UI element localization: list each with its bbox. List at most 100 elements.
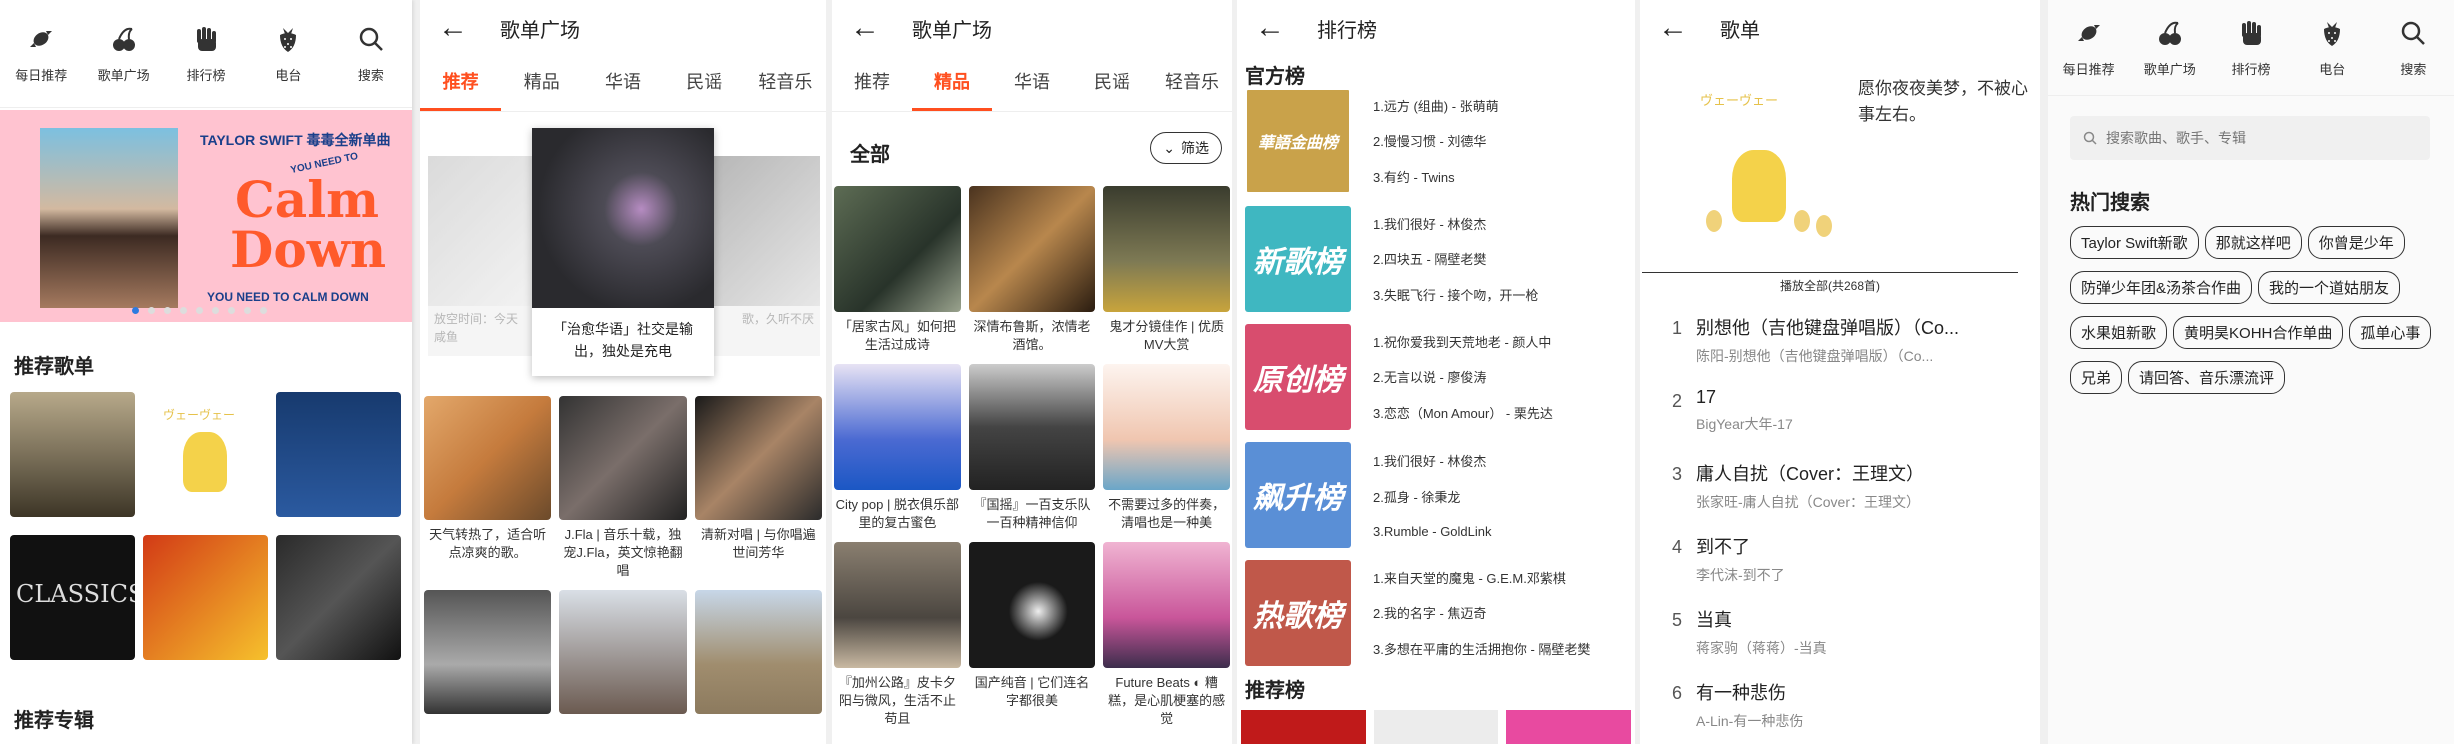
- hot-search-chip[interactable]: 那就这样吧: [2204, 226, 2302, 259]
- song-title: 有一种悲伤: [1696, 683, 1786, 703]
- hot-search-chips: Taylor Swift新歌 那就这样吧 你曾是少年防弹少年团&汤茶合作曲 我的一个道…: [2070, 226, 2440, 406]
- board-row[interactable]: 原创榜 1.祝你爱我到天荒地老 - 颜人中 2.无言以说 - 廖俊涛 3.恋恋（…: [1245, 324, 1631, 442]
- nav-daily[interactable]: 每日推荐: [2048, 0, 2129, 95]
- duck-illustration: [1732, 150, 1786, 222]
- tab-chinese[interactable]: 华语: [992, 56, 1072, 111]
- song-row[interactable]: 1 别想他（吉他键盘弹唱版）（Co... 陈阳-别想他（吉他键盘弹唱版）（Co...: [1658, 306, 2028, 379]
- playlist-item[interactable]: 清新对唱 | 与你唱遍世间芳华: [694, 396, 822, 580]
- back-arrow-icon[interactable]: ←: [1255, 11, 1295, 45]
- carousel-card-left[interactable]: 放空时间：今天 咸鱼: [428, 156, 538, 356]
- nav-square[interactable]: 歌单广场: [2129, 0, 2210, 95]
- hot-search-chip[interactable]: 水果姐新歌: [2070, 316, 2168, 349]
- nav-square[interactable]: 歌单广场: [82, 0, 164, 107]
- playlist-cover: [1103, 364, 1230, 490]
- board-row[interactable]: 热歌榜 1.来自天堂的魔鬼 - G.E.M.邓紫棋 2.我的名字 - 焦迈奇 3…: [1245, 560, 1631, 678]
- tab-chinese[interactable]: 华语: [582, 56, 663, 111]
- song-row[interactable]: 4 到不了 李代沫-到不了: [1658, 525, 2028, 598]
- tab-quality[interactable]: 精品: [912, 56, 992, 111]
- filter-button[interactable]: ⌄ 筛选: [1150, 132, 1222, 164]
- hot-search-chip[interactable]: 你曾是少年: [2307, 226, 2405, 259]
- nav-rank[interactable]: 排行榜: [165, 0, 247, 107]
- playlist-tile[interactable]: [10, 392, 135, 517]
- nav-radio[interactable]: 电台: [2292, 0, 2373, 95]
- tab-folk[interactable]: 民谣: [1072, 56, 1152, 111]
- playlist-item[interactable]: City pop | 脱衣俱乐部里的复古蜜色: [834, 364, 961, 532]
- board-cover[interactable]: [1241, 710, 1366, 744]
- song-row[interactable]: 3 庸人自扰（Cover：王理文） 张家旺-庸人自扰（Cover：王理文）: [1658, 452, 2028, 525]
- playlist-item[interactable]: 鬼才分镜佳作 | 优质MV大赏: [1103, 186, 1230, 354]
- board-row[interactable]: 華語金曲榜 1.远方 (组曲) - 张萌萌 2.慢慢习惯 - 刘德华 3.有约 …: [1245, 88, 1631, 206]
- dot[interactable]: [180, 307, 187, 314]
- playlist-item[interactable]: [694, 590, 822, 714]
- hot-search-chip[interactable]: 防弹少年团&汤茶合作曲: [2070, 271, 2253, 304]
- tab-light[interactable]: 轻音乐: [1152, 56, 1232, 111]
- playlist-item[interactable]: 国产纯音 | 它们连名字都很美: [968, 542, 1096, 728]
- play-all-bar[interactable]: 播放全部(共268首): [1642, 272, 2018, 294]
- back-arrow-icon[interactable]: ←: [1658, 11, 1698, 45]
- search-input[interactable]: [2106, 130, 2406, 146]
- playlist-tile[interactable]: CLASSICS: [10, 535, 135, 660]
- playlist-tile[interactable]: ヴェーヴェー: [143, 392, 268, 517]
- nav-label: 电台: [275, 68, 302, 83]
- hot-search-chip[interactable]: 请回答、音乐漂流评: [2128, 361, 2286, 394]
- playlist-item[interactable]: J.Fla | 音乐十载，独宠J.Fla，英文惊艳翻唱: [559, 396, 687, 580]
- playlist-item[interactable]: Future Beats ◐ 糟糕，是心肌梗塞的感觉: [1103, 542, 1230, 728]
- dot[interactable]: [228, 307, 235, 314]
- hot-search-chip[interactable]: Taylor Swift新歌: [2070, 226, 2199, 259]
- tab-quality[interactable]: 精品: [501, 56, 582, 111]
- banner-big-2: Down: [230, 220, 387, 279]
- tab-light[interactable]: 轻音乐: [745, 56, 826, 111]
- back-arrow-icon[interactable]: ←: [850, 11, 890, 45]
- board-row[interactable]: 飙升榜 1.我们很好 - 林俊杰 2.孤身 - 徐秉龙 3.Rumble - G…: [1245, 442, 1631, 560]
- board-row[interactable]: 新歌榜 1.我们很好 - 林俊杰 2.四块五 - 隔壁老樊 3.失眠飞行 - 接…: [1245, 206, 1631, 324]
- tile-text: ヴェーヴェー: [163, 408, 236, 422]
- song-row[interactable]: 2 17 BigYear大年-17: [1658, 379, 2028, 452]
- dot[interactable]: [244, 307, 251, 314]
- banner-carousel[interactable]: TAYLOR SWIFT 毒毒全新单曲 YOU NEED TO Calm Dow…: [0, 110, 412, 322]
- dot[interactable]: [148, 307, 155, 314]
- nav-rank[interactable]: 排行榜: [2210, 0, 2291, 95]
- hot-search-chip[interactable]: 孤单心事: [2349, 316, 2432, 349]
- tab-recommend[interactable]: 推荐: [420, 56, 502, 111]
- nav-search[interactable]: 搜索: [2373, 0, 2454, 95]
- nav-search[interactable]: 搜索: [330, 0, 412, 107]
- featured-carousel[interactable]: 放空时间：今天 咸鱼 歌，久听不厌 「治愈华语」社交是输出，独处是充电: [420, 120, 826, 380]
- board-cover[interactable]: [1373, 710, 1499, 744]
- nav-label: 歌单广场: [97, 68, 150, 83]
- search-box[interactable]: [2070, 116, 2430, 160]
- nav-radio[interactable]: 电台: [247, 0, 329, 107]
- dot[interactable]: [196, 307, 203, 314]
- dot-active[interactable]: [132, 307, 139, 314]
- playlist-tile[interactable]: [143, 535, 268, 660]
- category-tabs: 推荐 精品 华语 民谣 轻音乐: [832, 56, 1232, 112]
- chevron-down-icon: ⌄: [1163, 139, 1175, 156]
- dot[interactable]: [260, 307, 267, 314]
- playlist-item[interactable]: 「居家古风」如何把生活过成诗: [834, 186, 961, 354]
- playlist-item[interactable]: 天气转热了，适合听点凉爽的歌。: [424, 396, 552, 580]
- dot[interactable]: [164, 307, 171, 314]
- hot-search-chip[interactable]: 兄弟: [2070, 361, 2123, 394]
- hot-search-chip[interactable]: 我的一个道姑朋友: [2258, 271, 2401, 304]
- carousel-card-center[interactable]: 「治愈华语」社交是输出，独处是充电: [532, 128, 714, 376]
- playlist-item[interactable]: [559, 590, 687, 714]
- carousel-card-right[interactable]: 歌，久听不厌: [710, 156, 820, 356]
- playlist-item[interactable]: 不需要过多的伴奏，清唱也是一种美: [1103, 364, 1230, 532]
- nav-daily[interactable]: 每日推荐: [0, 0, 82, 107]
- playlist-tile[interactable]: [276, 392, 401, 517]
- hot-search-chip[interactable]: 黄明昊KOHH合作单曲: [2173, 316, 2344, 349]
- dot[interactable]: [212, 307, 219, 314]
- playlist-item[interactable]: [424, 590, 552, 714]
- tab-folk[interactable]: 民谣: [664, 56, 745, 111]
- song-row[interactable]: 6 有一种悲伤 A-Lin-有一种悲伤: [1658, 671, 2028, 744]
- song-row[interactable]: 5 当真 蒋家驹（蒋蒋）-当真: [1658, 598, 2028, 671]
- playlist-item[interactable]: 『加州公路』皮卡夕阳与微风，生活不止苟且: [834, 542, 961, 728]
- page-title: 歌单广场: [912, 19, 992, 42]
- board-cover[interactable]: [1506, 710, 1632, 744]
- back-arrow-icon[interactable]: ←: [438, 11, 478, 45]
- playlist-caption: 『加州公路』皮卡夕阳与微风，生活不止苟且: [838, 675, 956, 726]
- playlist-item[interactable]: 深情布鲁斯，浓情老酒馆。: [968, 186, 1096, 354]
- tab-recommend[interactable]: 推荐: [832, 56, 912, 111]
- playlist-item[interactable]: 『国摇』一百支乐队一百种精神信仰: [968, 364, 1096, 532]
- play-all-label: 播放全部(共268首): [1779, 279, 1880, 293]
- playlist-tile[interactable]: [276, 535, 401, 660]
